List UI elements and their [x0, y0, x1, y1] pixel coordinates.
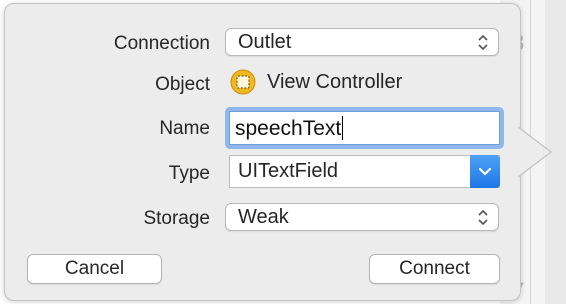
name-label: Name — [159, 118, 210, 139]
storage-value: Weak — [238, 206, 289, 228]
type-combobox[interactable]: UITextField — [229, 155, 500, 188]
object-label: Object — [155, 74, 210, 95]
storage-popup[interactable]: Weak — [225, 203, 499, 231]
cancel-button[interactable]: Cancel — [27, 254, 162, 284]
connection-value: Outlet — [238, 31, 292, 53]
stepper-icon — [478, 209, 488, 226]
type-value: UITextField — [238, 160, 339, 182]
view-controller-icon — [230, 69, 256, 95]
connection-popup[interactable]: Outlet — [225, 28, 499, 56]
name-value: speechText — [235, 117, 342, 140]
name-input-text: speechText — [235, 116, 344, 141]
connect-button[interactable]: Connect — [369, 254, 500, 284]
storage-label: Storage — [143, 208, 210, 229]
popover-arrow-fill — [517, 127, 550, 177]
type-dropdown-button[interactable] — [470, 155, 500, 188]
chevron-down-icon — [478, 167, 492, 176]
name-input[interactable]: speechText — [225, 107, 504, 149]
stepper-icon — [478, 34, 488, 51]
text-caret — [342, 116, 344, 140]
type-label: Type — [168, 163, 210, 184]
connection-label: Connection — [113, 33, 210, 54]
object-value: View Controller — [267, 71, 403, 93]
